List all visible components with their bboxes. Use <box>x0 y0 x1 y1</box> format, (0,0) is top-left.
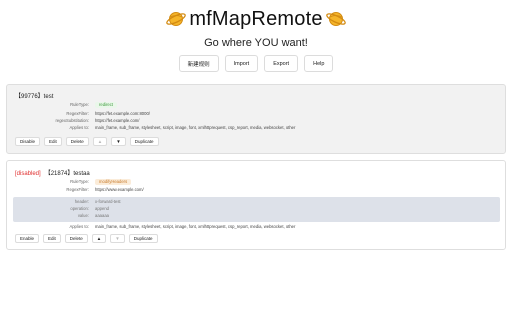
disabled-badge: [disabled] <box>15 171 41 177</box>
main-toolbar: 新建规则 Import Export Help <box>0 55 512 72</box>
applies-to-value: main_frame, sub_frame, stylesheet, scrip… <box>95 125 296 130</box>
disable-button[interactable]: Disable <box>15 137 41 146</box>
enable-button[interactable]: Enable <box>15 234 40 243</box>
rule-type-badge: modifyHeaders <box>95 179 132 185</box>
rule-type-badge: redirect <box>95 102 117 108</box>
value-label: value: <box>77 213 89 218</box>
header-modification-box: header: x-forward-test operation: append… <box>13 197 500 222</box>
rule-card-99776: 【99776】test RuleType: redirect RegexFilt… <box>6 84 506 154</box>
rule-card-21874: [disabled] 【21874】testaa RuleType: modify… <box>6 160 506 250</box>
export-button[interactable]: Export <box>264 55 299 72</box>
operation-label: operation: <box>70 206 89 211</box>
rule-heading-text: 【21874】testaa <box>44 171 90 177</box>
help-button[interactable]: Help <box>304 55 334 72</box>
app-subtitle: Go where YOU want! <box>204 37 308 49</box>
header-label: header: <box>74 199 89 204</box>
regex-substitution-row: regexSubstitution: https://fet.example.c… <box>7 118 505 124</box>
new-rule-button[interactable]: 新建规则 <box>178 55 219 72</box>
planet-logo-icon-right <box>325 12 346 26</box>
delete-button[interactable]: Delete <box>64 234 88 243</box>
regex-substitution-value: https://fet.example.com/ <box>95 118 140 123</box>
duplicate-button[interactable]: Duplicate <box>128 234 158 243</box>
rule-actions: Enable Edit Delete ▲ ▼ Duplicate <box>15 234 158 243</box>
rule-actions: Disable Edit Delete ▲ ▼ Duplicate <box>15 137 159 146</box>
applies-to-row: Applies to: main_frame, sub_frame, style… <box>7 125 505 131</box>
regex-filter-label: RegexFilter: <box>66 111 89 116</box>
value-row: value: aaaaaa <box>13 213 500 219</box>
regex-filter-value: https://www.example.com/ <box>95 187 144 192</box>
rule-type-row: RuleType: redirect <box>7 102 505 108</box>
applies-to-label: Applies to: <box>69 125 89 130</box>
header-value: aaaaaa <box>95 213 109 218</box>
regex-filter-value: https://fet.example.com:8000/ <box>95 111 150 116</box>
rule-type-row: RuleType: modifyHeaders <box>7 179 505 185</box>
move-down-button[interactable]: ▼ <box>110 234 125 243</box>
applies-to-row: Applies to: main_frame, sub_frame, style… <box>7 224 505 230</box>
duplicate-button[interactable]: Duplicate <box>129 137 159 146</box>
regex-filter-row: RegexFilter: https://www.example.com/ <box>7 187 505 193</box>
app-title: mfMapRemote <box>189 8 323 30</box>
operation-value: append <box>95 206 109 211</box>
move-down-button[interactable]: ▼ <box>111 137 126 146</box>
planet-logo-icon-left <box>166 12 187 26</box>
header-name-value: x-forward-test <box>95 199 121 204</box>
applies-to-value: main_frame, sub_frame, stylesheet, scrip… <box>95 224 296 229</box>
logo-row: mfMapRemote <box>0 5 512 33</box>
delete-button[interactable]: Delete <box>65 137 89 146</box>
app-header: mfMapRemote Go where YOU want! <box>0 5 512 49</box>
regex-substitution-label: regexSubstitution: <box>55 118 89 123</box>
move-up-button[interactable]: ▲ <box>91 234 107 243</box>
header-name-row: header: x-forward-test <box>13 199 500 205</box>
operation-row: operation: append <box>13 206 500 212</box>
edit-button[interactable]: Edit <box>44 137 62 146</box>
edit-button[interactable]: Edit <box>43 234 61 243</box>
regex-filter-label: RegexFilter: <box>66 187 89 192</box>
rule-type-label: RuleType: <box>70 102 89 107</box>
rule-heading: [disabled] 【21874】testaa <box>15 168 90 177</box>
applies-to-label: Applies to: <box>69 224 89 229</box>
rule-heading: 【99776】test <box>15 94 54 100</box>
move-up-button[interactable]: ▲ <box>92 137 108 146</box>
regex-filter-row: RegexFilter: https://fet.example.com:800… <box>7 111 505 117</box>
rule-type-label: RuleType: <box>70 179 89 184</box>
import-button[interactable]: Import <box>224 55 259 72</box>
